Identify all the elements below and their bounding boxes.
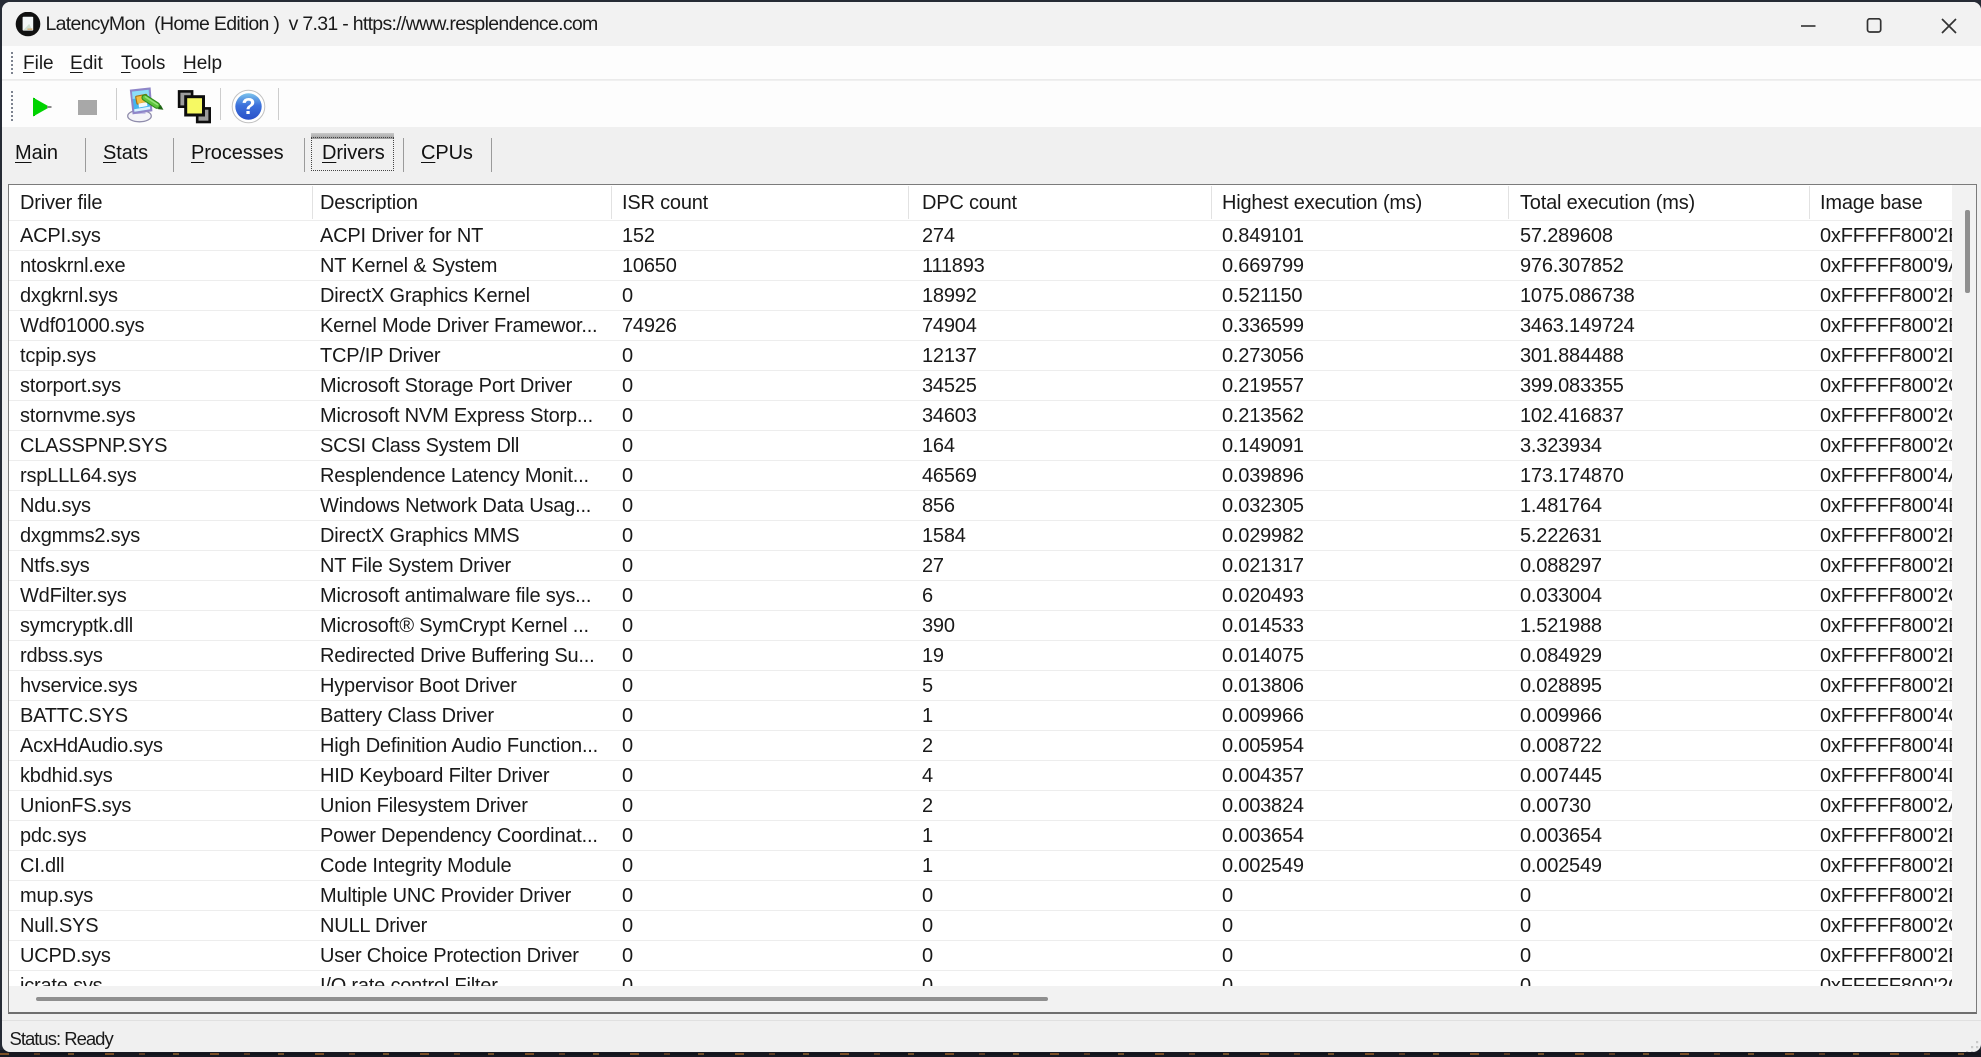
svg-text:?: ? (241, 93, 255, 119)
